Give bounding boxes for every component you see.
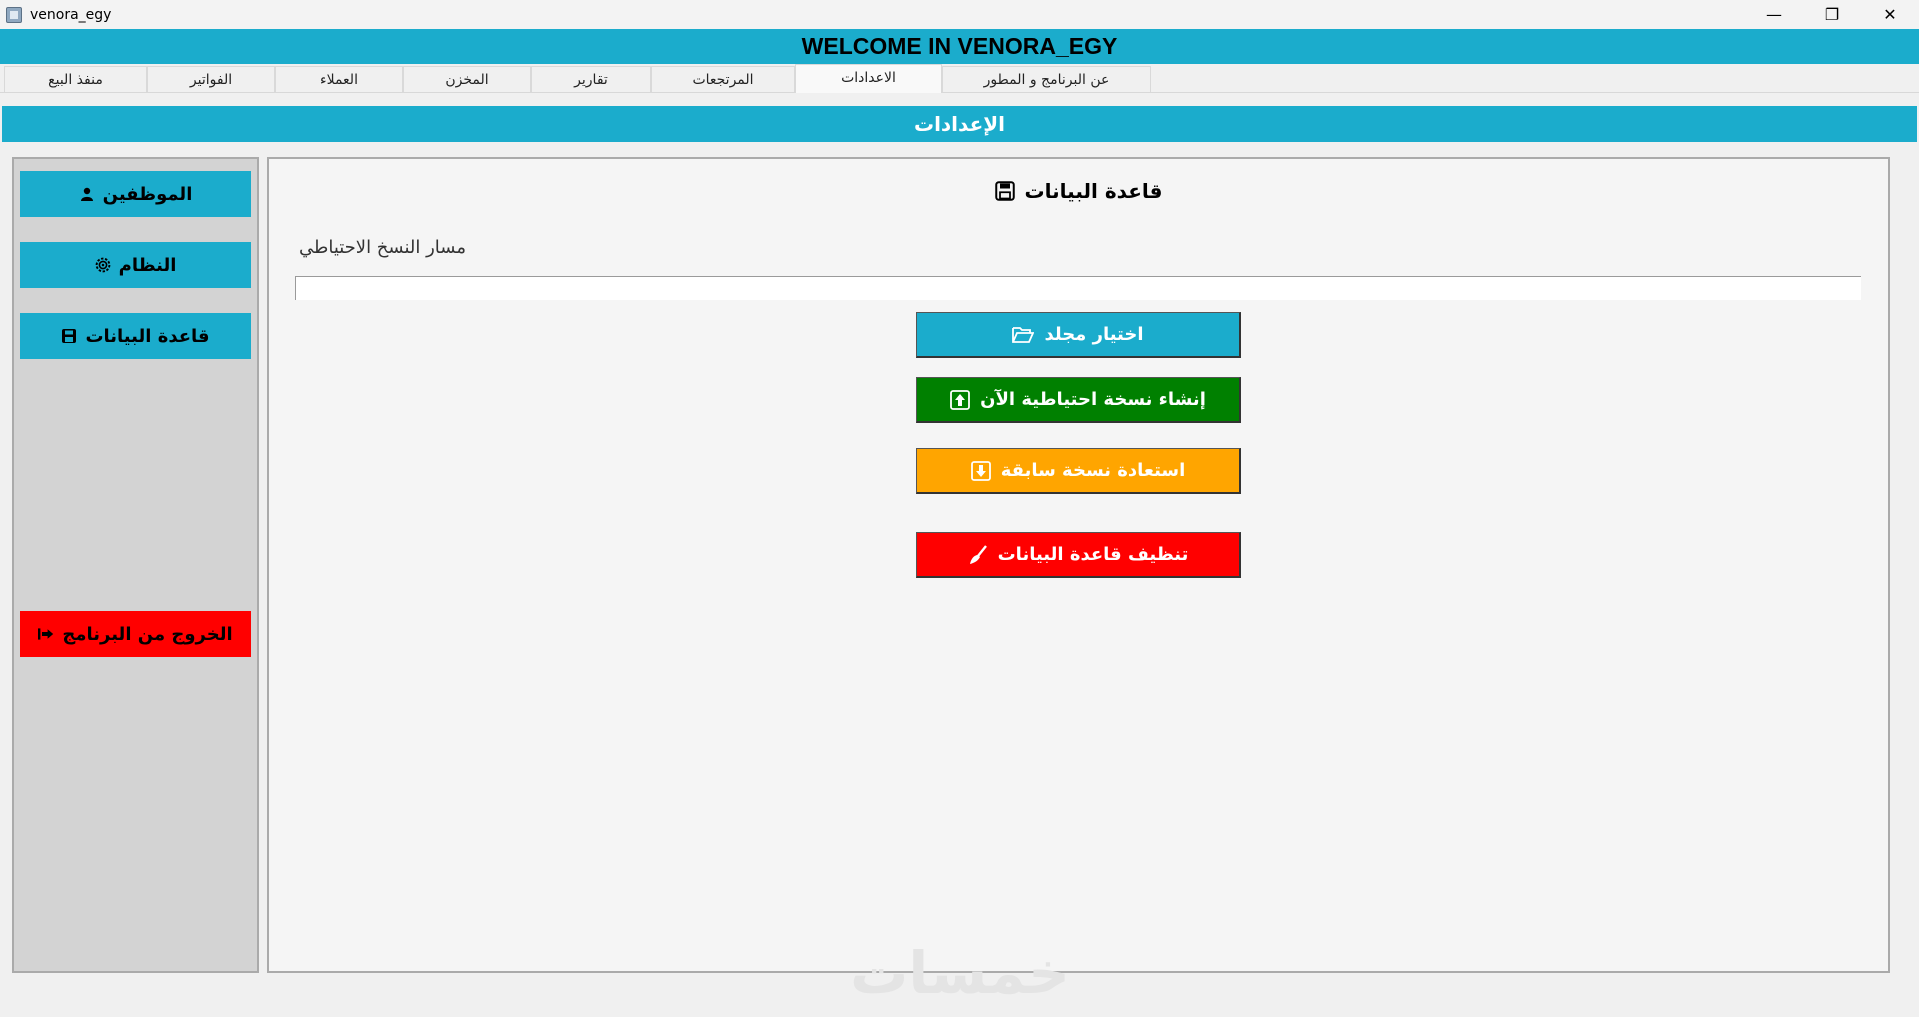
tab-bar: منفذ البيع الفواتير العملاء المخزن تقاري… [0,64,1919,93]
exit-icon [38,626,54,642]
app-window: venora_egy — ❐ ✕ WELCOME IN VENORA_EGY م… [0,0,1919,1017]
restore-backup-button[interactable]: استعادة نسخة سابقة [916,448,1241,494]
window-controls: — ❐ ✕ [1745,0,1919,29]
minimize-button[interactable]: — [1745,0,1803,29]
broom-icon [968,544,988,565]
create-backup-button[interactable]: إنشاء نسخة احتياطية الآن [916,377,1241,423]
tab-warehouse[interactable]: المخزن [403,66,531,92]
tab-about[interactable]: عن البرنامج و المطور [942,66,1151,92]
restore-button[interactable]: ❐ [1803,0,1861,29]
database-button[interactable]: قاعدة البيانات [20,313,251,359]
folder-open-icon [1012,326,1035,344]
upload-icon [950,389,971,410]
tab-settings[interactable]: الاعدادات [795,64,942,93]
app-icon [6,6,22,23]
settings-sidebar: الموظفين النظام قاعدة البيانات الخروج من [12,157,259,973]
close-button[interactable]: ✕ [1861,0,1919,29]
tab-customers[interactable]: العملاء [275,66,403,92]
panel-title: قاعدة البيانات [269,179,1888,203]
backup-path-input[interactable] [295,276,1861,300]
restore-backup-label: استعادة نسخة سابقة [1000,460,1186,481]
exit-label: الخروج من البرنامج [62,623,233,645]
system-button[interactable]: النظام [20,242,251,288]
clean-database-button[interactable]: تنظيف قاعدة البيانات [916,532,1241,578]
download-icon [970,460,991,481]
tab-reports[interactable]: تقارير [531,66,651,92]
welcome-banner: WELCOME IN VENORA_EGY [0,29,1919,64]
tab-invoices[interactable]: الفواتير [147,66,275,92]
window-titlebar: venora_egy — ❐ ✕ [0,0,1919,29]
gear-icon [95,257,111,273]
create-backup-label: إنشاء نسخة احتياطية الآن [980,389,1206,410]
save-disk-icon [61,328,77,344]
exit-button[interactable]: الخروج من البرنامج [20,611,251,657]
tab-pos[interactable]: منفذ البيع [4,66,147,92]
choose-folder-label: اختيار مجلد [1044,324,1144,345]
save-disk-icon [994,181,1015,201]
watermark: خمسات [850,939,1070,1007]
section-header: الإعدادات [2,106,1917,142]
choose-folder-button[interactable]: اختيار مجلد [916,312,1241,358]
window-title: venora_egy [30,6,112,23]
employees-label: الموظفين [102,183,193,205]
database-label: قاعدة البيانات [85,325,210,347]
system-label: النظام [118,254,177,276]
tab-returns[interactable]: المرتجعات [651,66,795,92]
backup-path-label: مسار النسخ الاحتياطي [299,237,466,258]
panel-title-text: قاعدة البيانات [1024,179,1163,203]
user-icon [79,186,95,202]
section-title: الإعدادات [913,112,1006,136]
welcome-text: WELCOME IN VENORA_EGY [801,33,1118,59]
clean-database-label: تنظيف قاعدة البيانات [997,544,1189,565]
database-panel: قاعدة البيانات مسار النسخ الاحتياطي اختي… [267,157,1890,973]
employees-button[interactable]: الموظفين [20,171,251,217]
